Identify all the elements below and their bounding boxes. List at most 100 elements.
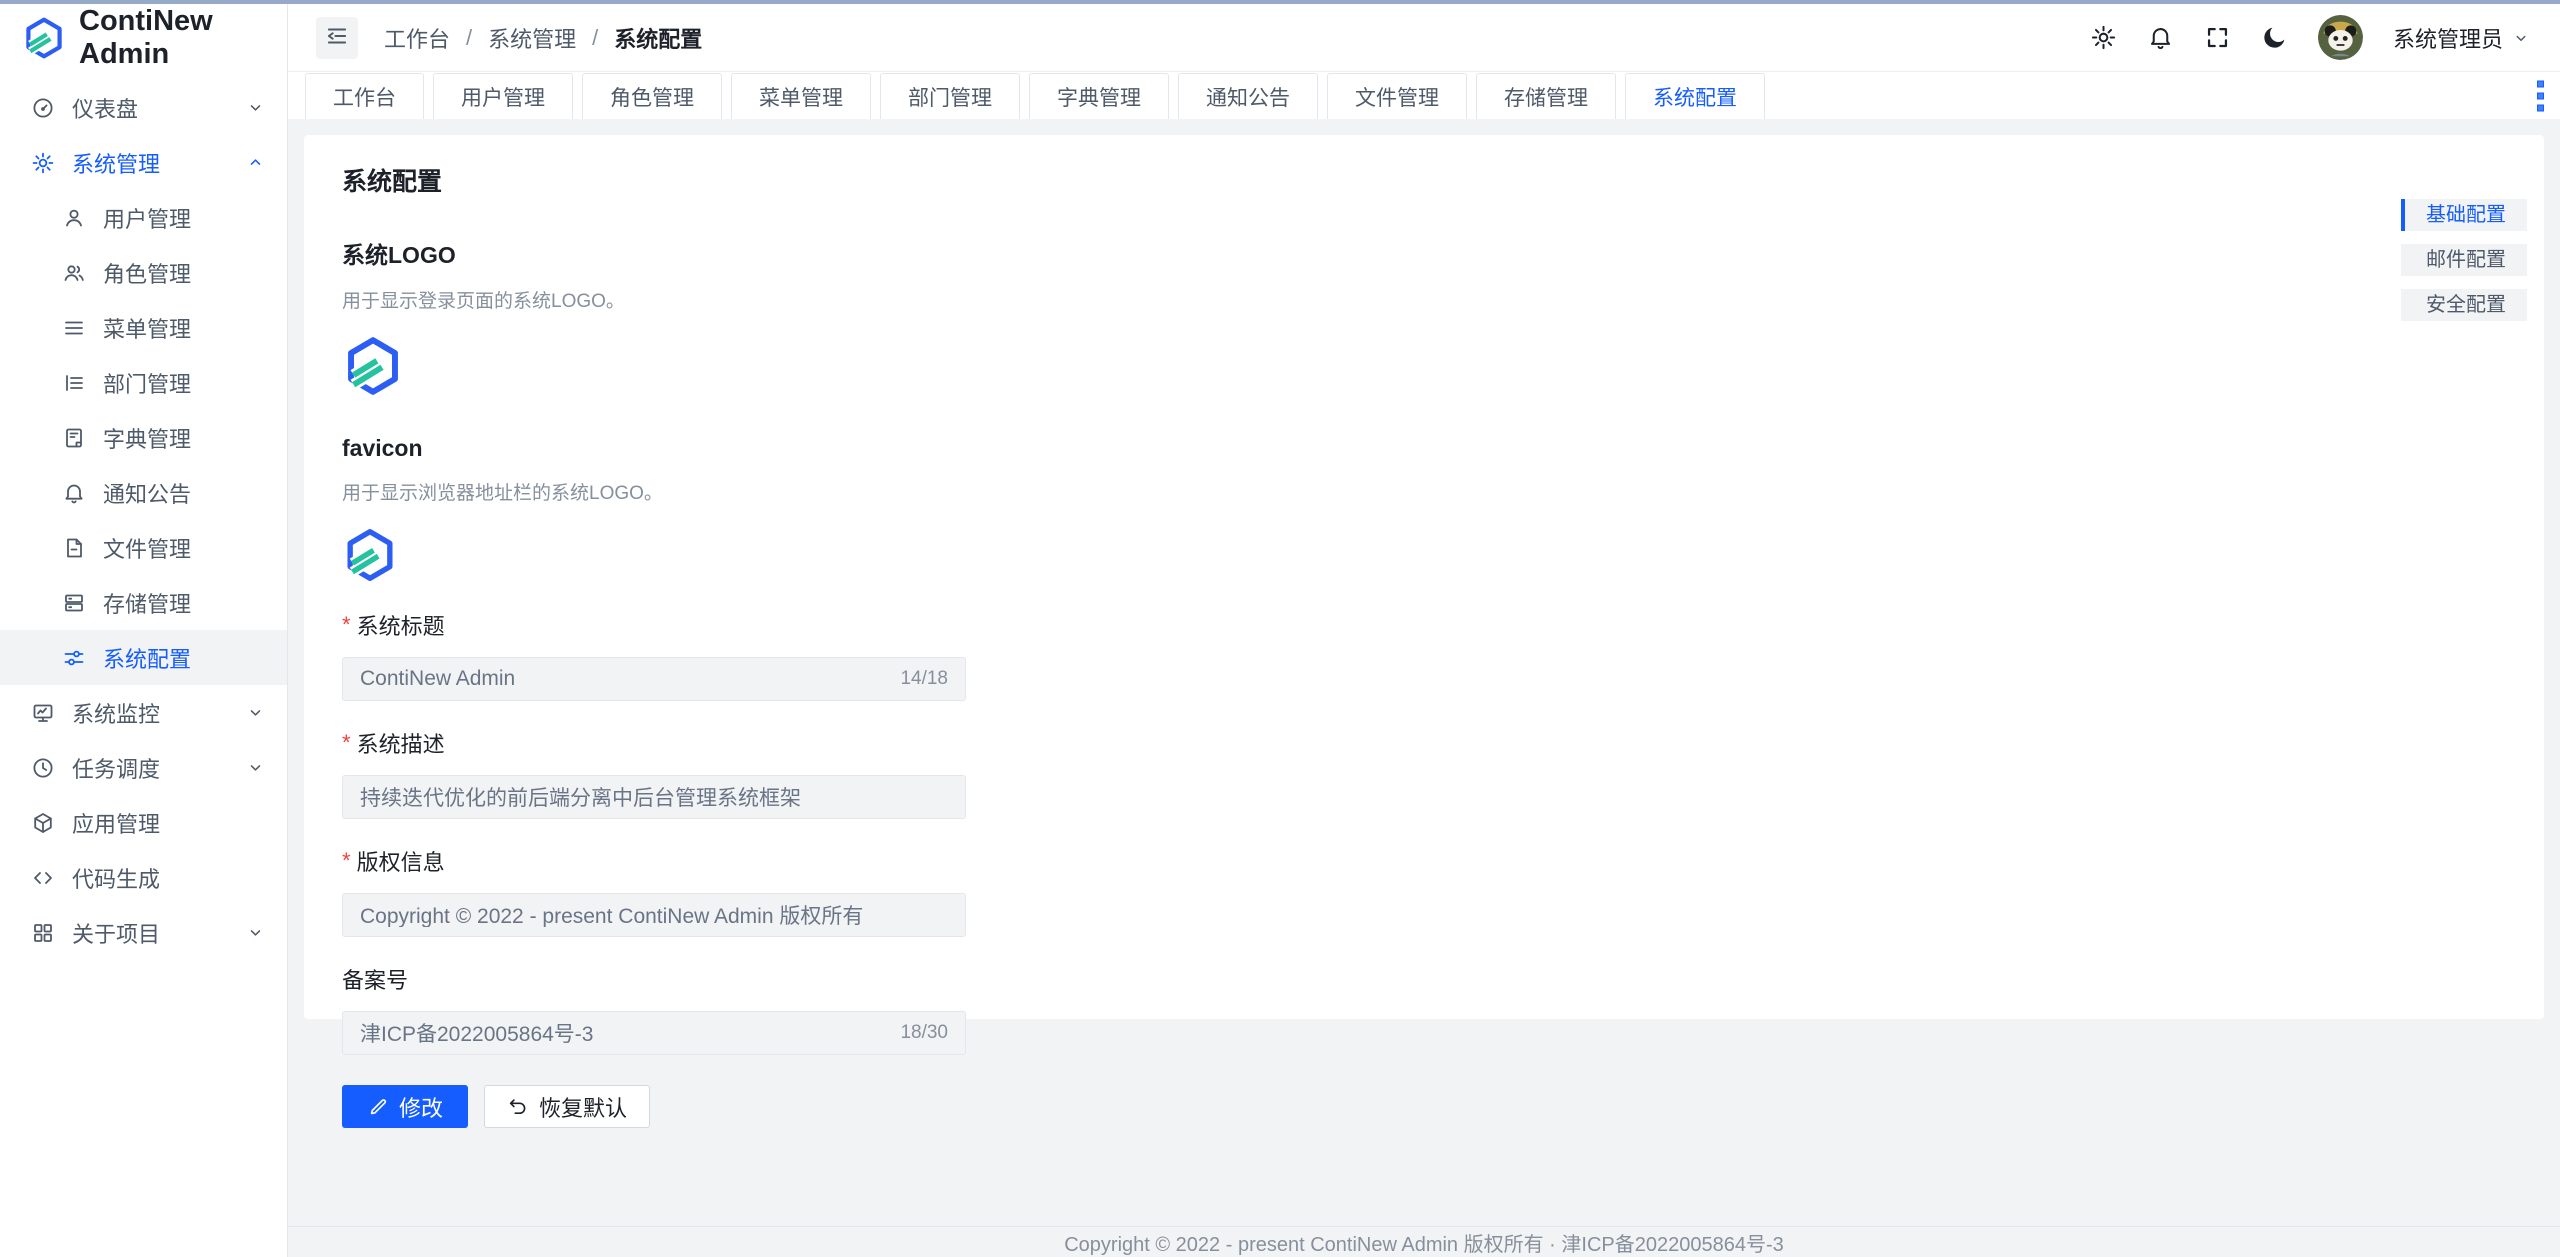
sidebar-item-label: 代码生成 [72, 862, 160, 894]
gauge-icon [31, 96, 55, 120]
page-tab[interactable]: 用户管理 [433, 73, 573, 119]
page-title: 系统配置 [342, 162, 2506, 198]
app-logo-row[interactable]: ContiNew Admin [0, 4, 287, 72]
edit-pen-icon [367, 1096, 389, 1118]
sidebar-item[interactable]: 部门管理 [0, 355, 287, 410]
page-tab[interactable]: 存储管理 [1476, 73, 1616, 119]
breadcrumb-item[interactable]: 系统配置 [614, 22, 702, 54]
monitor-icon [31, 701, 55, 725]
page-tab[interactable]: 部门管理 [880, 73, 1020, 119]
chevron-down-icon [246, 758, 265, 777]
system-config-card: 系统配置 系统LOGO 用于显示登录页面的系统LOGO。 favicon 用于显… [304, 135, 2544, 1019]
field-label-text: 系统描述 [357, 727, 445, 759]
page-tab[interactable]: 文件管理 [1327, 73, 1467, 119]
sidebar-item[interactable]: 通知公告 [0, 465, 287, 520]
sidebar-item[interactable]: 存储管理 [0, 575, 287, 630]
sidebar-item[interactable]: 系统管理 [0, 135, 287, 190]
system-logo-desc: 用于显示登录页面的系统LOGO。 [342, 286, 2506, 313]
sidebar-item[interactable]: 应用管理 [0, 795, 287, 850]
system-logo-label: 系统LOGO [342, 236, 2506, 270]
form-field: * 系统标题 14/18 [342, 609, 2506, 701]
sidebar-item[interactable]: 文件管理 [0, 520, 287, 575]
sidebar-collapse-button[interactable] [316, 17, 358, 59]
user-name: 系统管理员 [2393, 22, 2503, 54]
favicon-image[interactable] [342, 527, 2506, 583]
text-input-box [342, 775, 966, 819]
menu-lines-icon [62, 316, 86, 340]
breadcrumb-item[interactable]: 工作台 [384, 22, 450, 54]
notification-bell-icon[interactable] [2147, 24, 2174, 51]
sidebar-item-label: 菜单管理 [103, 312, 191, 344]
system-config-form: * 系统标题 14/18 * 系统描述 [342, 609, 2506, 1128]
system-logo-image[interactable] [342, 335, 2506, 397]
footer: Copyright © 2022 - present ContiNew Admi… [288, 1226, 2560, 1257]
sidebar-item-label: 角色管理 [103, 257, 191, 289]
chevron-down-icon [246, 703, 265, 722]
sidebar-item[interactable]: 菜单管理 [0, 300, 287, 355]
chevron-down-icon [2512, 29, 2530, 47]
save-button[interactable]: 修改 [342, 1085, 468, 1128]
breadcrumb: 工作台 / 系统管理 / 系统配置 [384, 22, 702, 54]
user-menu[interactable]: 系统管理员 [2393, 22, 2530, 54]
page-tab[interactable]: 工作台 [305, 73, 424, 119]
breadcrumb-separator: / [466, 25, 472, 51]
chevron-up-icon [246, 153, 265, 172]
anchor-nav-item[interactable]: 安全配置 [2401, 289, 2527, 321]
sidebar-item[interactable]: 系统监控 [0, 685, 287, 740]
settings-gear-icon[interactable] [2090, 24, 2117, 51]
text-input[interactable] [360, 903, 948, 927]
config-anchor-nav: 基础配置 邮件配置 安全配置 [2401, 199, 2527, 334]
char-counter: 18/30 [900, 1022, 948, 1044]
page-tab[interactable]: 菜单管理 [731, 73, 871, 119]
sidebar-item[interactable]: 用户管理 [0, 190, 287, 245]
field-label: * 版权信息 [342, 845, 2506, 877]
reset-default-button[interactable]: 恢复默认 [484, 1085, 650, 1128]
sidebar-item[interactable]: 任务调度 [0, 740, 287, 795]
page-tab[interactable]: 角色管理 [582, 73, 722, 119]
favicon-desc: 用于显示浏览器地址栏的系统LOGO。 [342, 478, 2506, 505]
sidebar-item[interactable]: 仪表盘 [0, 80, 287, 135]
required-asterisk: * [342, 730, 351, 756]
sidebar-item-label: 系统监控 [72, 697, 160, 729]
chevron-down-icon [246, 923, 265, 942]
dark-mode-moon-icon[interactable] [2261, 24, 2288, 51]
field-label: 备案号 [342, 963, 2506, 995]
sidebar-item[interactable]: 字典管理 [0, 410, 287, 465]
cube-icon [31, 811, 55, 835]
tree-list-icon [62, 371, 86, 395]
text-input[interactable] [360, 785, 948, 809]
tab-list-more-button[interactable] [2537, 80, 2544, 111]
sidebar-item[interactable]: 代码生成 [0, 850, 287, 905]
sidebar-item-label: 仪表盘 [72, 92, 138, 124]
footer-copyright: Copyright © 2022 - present ContiNew Admi… [1064, 1228, 1784, 1257]
page-tab[interactable]: 通知公告 [1178, 73, 1318, 119]
field-label-text: 版权信息 [357, 845, 445, 877]
page-tab[interactable]: 系统配置 [1625, 73, 1765, 119]
header: 工作台 / 系统管理 / 系统配置 [288, 4, 2560, 72]
text-input-box [342, 893, 966, 937]
fullscreen-icon[interactable] [2204, 24, 2231, 51]
text-input[interactable] [360, 667, 888, 691]
text-input-box: 14/18 [342, 657, 966, 701]
gear-icon [31, 151, 55, 175]
field-label: * 系统标题 [342, 609, 2506, 641]
anchor-nav-item[interactable]: 邮件配置 [2401, 244, 2527, 276]
user-avatar[interactable] [2318, 15, 2363, 60]
sidebar-item-label: 应用管理 [72, 807, 160, 839]
sidebar-item-label: 文件管理 [103, 532, 191, 564]
page-tab[interactable]: 字典管理 [1029, 73, 1169, 119]
sidebar-item[interactable]: 关于项目 [0, 905, 287, 960]
sidebar-item-label: 存储管理 [103, 587, 191, 619]
text-input-box: 18/30 [342, 1011, 966, 1055]
breadcrumb-item[interactable]: 系统管理 [488, 22, 576, 54]
user-icon [62, 206, 86, 230]
clock-icon [31, 756, 55, 780]
text-input[interactable] [360, 1021, 888, 1045]
sidebar-item-label: 系统配置 [103, 642, 191, 674]
sidebar-item[interactable]: 角色管理 [0, 245, 287, 300]
form-actions: 修改 恢复默认 [342, 1085, 2506, 1128]
sidebar-item[interactable]: 系统配置 [0, 630, 287, 685]
app-title: ContiNew Admin [79, 5, 287, 71]
anchor-nav-item[interactable]: 基础配置 [2401, 199, 2527, 231]
app-shell: ContiNew Admin 仪表盘 系统管理 用户管理 [0, 4, 2560, 1257]
